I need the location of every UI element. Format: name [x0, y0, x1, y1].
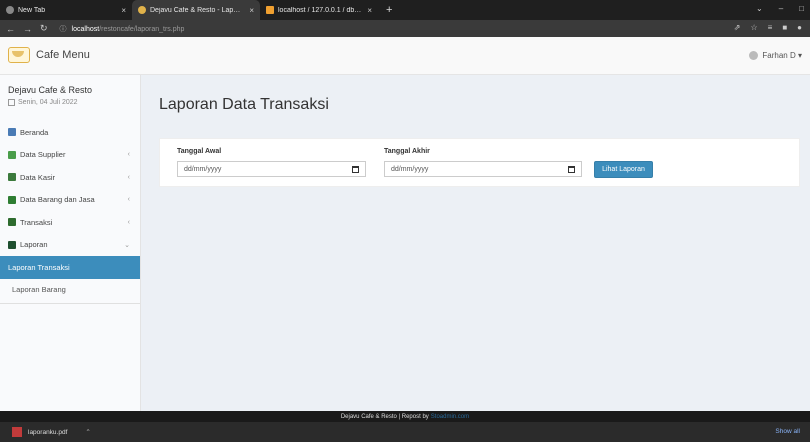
cafe-icon: [138, 6, 146, 14]
page-title: Laporan Data Transaksi: [159, 96, 329, 113]
table-icon: [8, 195, 16, 204]
user-avatar-icon: [749, 51, 759, 60]
tab-label: Dejavu Cafe & Resto - Laporan T: [150, 6, 244, 14]
cafe-logo-icon: [8, 47, 30, 63]
calendar-icon: [8, 99, 15, 106]
maximize-icon[interactable]: □: [799, 4, 804, 13]
reading-list-icon[interactable]: ≡: [768, 23, 773, 32]
chevron-up-icon[interactable]: ⌃: [85, 428, 90, 436]
profile-icon[interactable]: ●: [797, 23, 802, 32]
sidebar-item-label: Transaksi: [20, 217, 53, 227]
sidebar-item-laporan[interactable]: Laporan ⌄: [0, 234, 140, 257]
sidebar-item-label: Data Barang dan Jasa: [20, 195, 95, 205]
sidebar-item-label: Data Kasir: [20, 172, 56, 182]
chevron-left-icon: ‹: [127, 218, 130, 226]
sidebar-header: Dejavu Cafe & Resto Senin, 04 Juli 2022: [0, 75, 140, 121]
share-icon[interactable]: ⇗: [734, 23, 741, 32]
tab-close-icon[interactable]: ×: [121, 6, 126, 15]
address-bar: ← → ↻ ⓘ localhost/restoncafe/laporan_trs.…: [0, 20, 810, 37]
sidebar-date: Senin, 04 Juli 2022: [8, 99, 132, 106]
sidebar-item-transaksi[interactable]: Transaksi ‹: [0, 211, 140, 234]
forward-icon[interactable]: →: [23, 24, 32, 34]
chevron-down-icon[interactable]: ⌄: [756, 4, 763, 13]
sidebar-item-laporan-transaksi[interactable]: Laporan Transaksi: [0, 256, 140, 279]
tab-new-tab[interactable]: New Tab ×: [0, 0, 132, 20]
calendar-icon[interactable]: [568, 166, 575, 173]
phpmyadmin-icon: [266, 6, 274, 14]
link-icon: [8, 150, 16, 159]
sidebar-item-data-supplier[interactable]: Data Supplier ‹: [0, 144, 140, 167]
start-date-placeholder: dd/mm/yyyy: [184, 165, 222, 173]
sidebar-item-label: Laporan: [20, 240, 48, 250]
url-path: /restoncafe/laporan_trs.php: [99, 25, 185, 33]
users-icon: [8, 173, 16, 182]
sidebar-item-data-barang-jasa[interactable]: Data Barang dan Jasa ‹: [0, 189, 140, 212]
user-name: Farhan D ▾: [762, 51, 802, 60]
calendar-icon[interactable]: [352, 166, 359, 173]
browser-tab-bar: New Tab × Dejavu Cafe & Resto - Laporan …: [0, 0, 810, 20]
tab-close-icon[interactable]: ×: [367, 6, 372, 15]
reload-icon[interactable]: ↻: [40, 23, 48, 34]
end-date-input[interactable]: dd/mm/yyyy: [384, 161, 582, 177]
end-date-label: Tanggal Akhir: [384, 148, 430, 155]
home-icon: [8, 128, 16, 137]
folder-icon: [8, 240, 16, 249]
app-header: Cafe Menu Farhan D ▾: [0, 37, 810, 75]
star-icon[interactable]: ☆: [750, 23, 757, 32]
downloads-bar: laporanku.pdf ⌃ Show all: [0, 422, 810, 442]
chevron-left-icon: ‹: [127, 173, 130, 181]
footer: Dejavu Cafe & Resto | Repost by Stoadmin…: [0, 411, 810, 422]
footer-text: Dejavu Cafe & Resto | Repost by: [340, 413, 429, 420]
tab-close-icon[interactable]: ×: [249, 6, 254, 15]
end-date-placeholder: dd/mm/yyyy: [391, 165, 429, 173]
chevron-left-icon: ‹: [127, 196, 130, 204]
sidebar-divider: [0, 303, 140, 304]
sidebar-item-laporan-barang[interactable]: Laporan Barang: [0, 279, 140, 302]
chevron-left-icon: ‹: [127, 151, 130, 159]
side-panel-icon[interactable]: ■: [782, 23, 787, 32]
date-text: Senin, 04 Juli 2022: [18, 99, 78, 106]
url-field[interactable]: ⓘ localhost/restoncafe/laporan_trs.php: [60, 24, 185, 34]
minimize-icon[interactable]: –: [779, 4, 783, 13]
chevron-down-icon: ⌄: [124, 241, 130, 249]
info-icon[interactable]: ⓘ: [60, 26, 67, 33]
url-host: localhost: [71, 25, 100, 33]
tab-dejavu[interactable]: Dejavu Cafe & Resto - Laporan T ×: [132, 0, 260, 20]
toolbar-icons: ⇗ ☆ ≡ ■ ●: [734, 23, 802, 32]
brand[interactable]: Cafe Menu: [8, 47, 90, 63]
tab-label: New Tab: [18, 6, 46, 14]
gear-icon: [8, 218, 16, 227]
user-menu[interactable]: Farhan D ▾: [749, 51, 802, 60]
tab-label: localhost / 127.0.0.1 / db_cafe / t: [278, 6, 362, 14]
sidebar-item-label: Laporan Transaksi: [8, 262, 70, 272]
app-name: Cafe Menu: [36, 49, 90, 61]
pdf-file-icon: [12, 427, 22, 437]
sidebar-item-beranda[interactable]: Beranda: [0, 121, 140, 144]
filter-panel: Tanggal Awal dd/mm/yyyy Tanggal Akhir dd…: [159, 138, 800, 187]
sidebar: Dejavu Cafe & Resto Senin, 04 Juli 2022 …: [0, 75, 141, 411]
new-tab-button[interactable]: +: [386, 4, 392, 16]
tab-phpmyadmin[interactable]: localhost / 127.0.0.1 / db_cafe / t ×: [260, 0, 378, 20]
footer-link[interactable]: Stoadmin.com: [431, 414, 469, 420]
view-report-button[interactable]: Lihat Laporan: [594, 161, 653, 178]
sidebar-item-data-kasir[interactable]: Data Kasir ‹: [0, 166, 140, 189]
window-controls: ⌄ – □: [756, 4, 804, 13]
sidebar-title: Dejavu Cafe & Resto: [8, 85, 93, 95]
sidebar-item-label: Beranda: [20, 127, 49, 137]
sidebar-item-label: Data Supplier: [20, 150, 66, 160]
chrome-icon: [6, 6, 14, 14]
start-date-label: Tanggal Awal: [177, 148, 222, 155]
back-icon[interactable]: ←: [6, 24, 15, 34]
show-all-link[interactable]: Show all: [775, 428, 800, 435]
download-file-name[interactable]: laporanku.pdf: [28, 429, 67, 436]
start-date-input[interactable]: dd/mm/yyyy: [177, 161, 366, 177]
sidebar-item-label: Laporan Barang: [12, 285, 66, 295]
